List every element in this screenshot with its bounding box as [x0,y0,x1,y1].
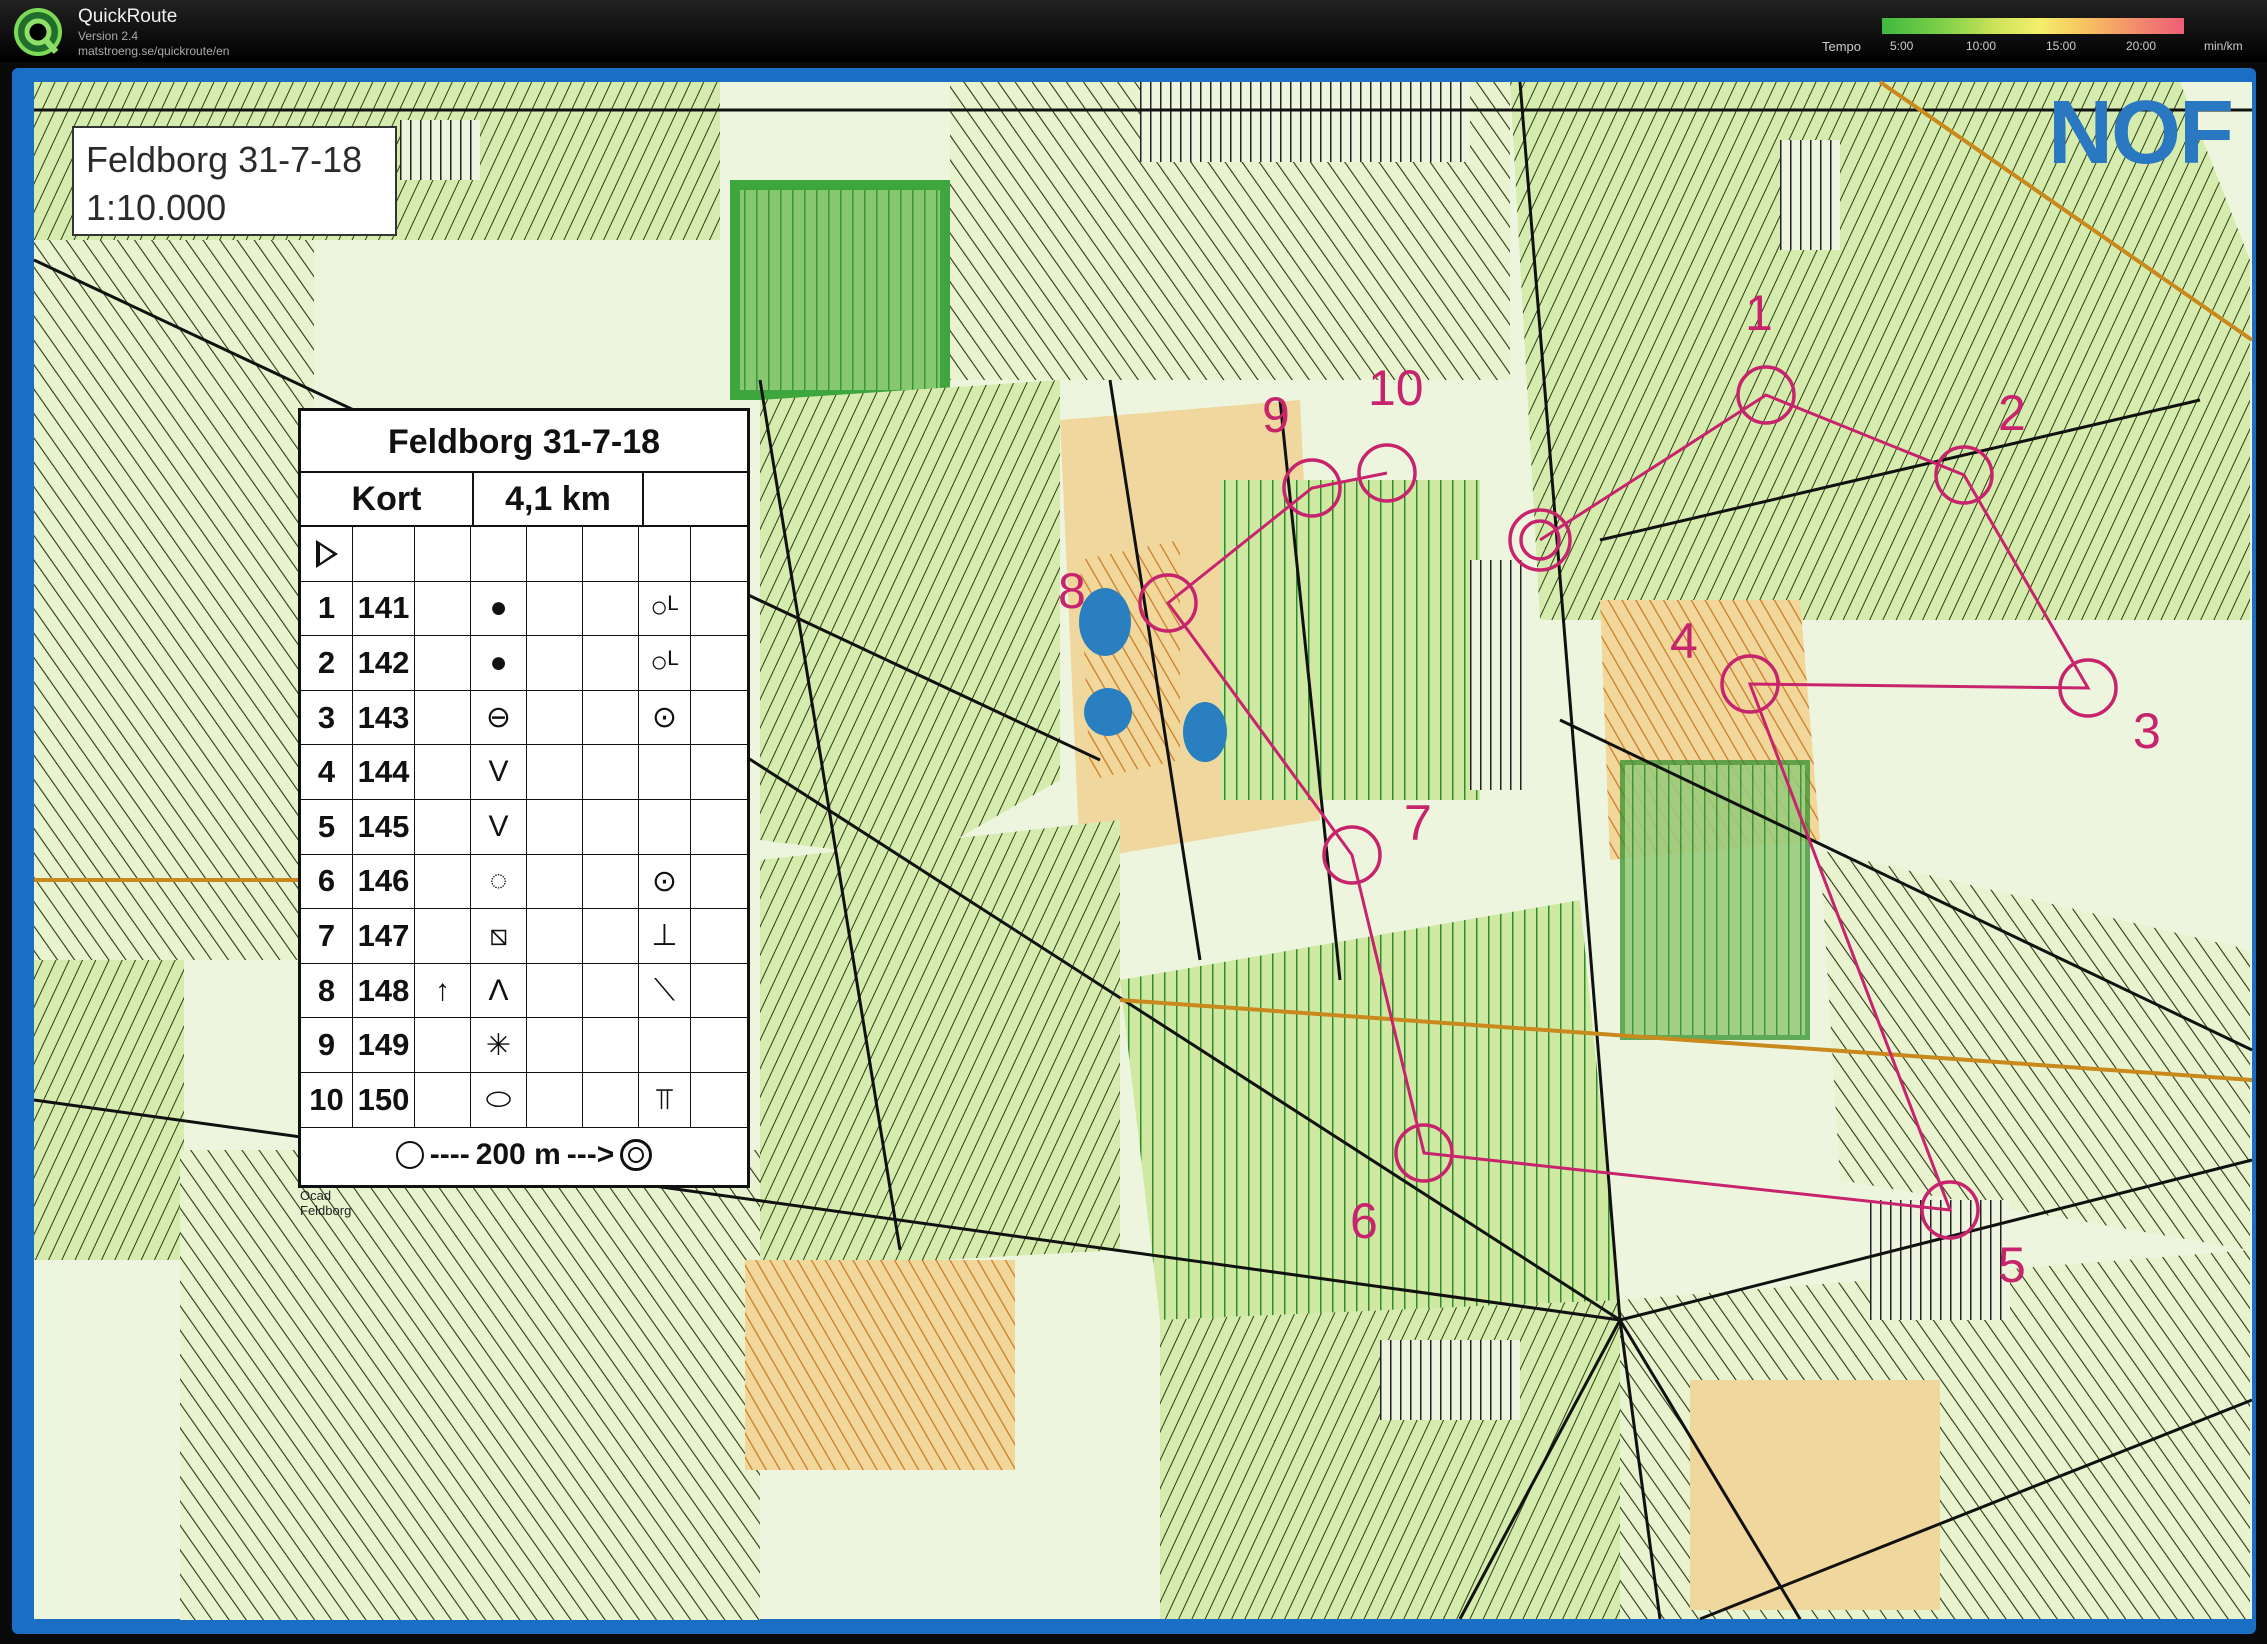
map-scale: 1:10.000 [86,187,227,228]
control-sym: ⧅ [471,909,527,963]
control-c4 [415,1072,471,1127]
control-sym2 [639,745,691,799]
control-row: 3 143 ⊖ ⊙ [301,690,747,746]
start-triangle-icon [315,539,338,568]
control-c4 [415,1018,471,1072]
control-n: 6 [301,854,353,909]
control-sym2: ○ᴸ [639,581,691,636]
control-n: 3 [301,690,353,745]
control-code: 147 [353,909,415,963]
control-n: 2 [301,636,353,690]
control-c4 [415,909,471,963]
control-code: 146 [353,854,415,909]
control-c4: ↑ [415,963,471,1018]
control-number: 4 [1670,613,1698,669]
map-credit: Ocad [300,1188,331,1203]
control-sym: V [471,745,527,799]
control-number: 5 [1998,1237,2026,1293]
control-description-sheet: Feldborg 31-7-18 Kort 4,1 km 1 141 ● ○ᴸ 2 142… [298,408,750,1188]
control-code: 150 [353,1072,415,1127]
control-c4 [415,636,471,690]
control-n: 4 [301,745,353,799]
finish-icon [620,1139,653,1172]
control-row: 4 144 V [301,745,747,800]
control-number: 10 [1368,360,1424,416]
control-number: 7 [1404,795,1432,851]
control-number: 2 [1998,385,2026,441]
control-sym: ⬭ [471,1072,527,1127]
control-row: 8 148 ↑ Λ ⟍ [301,963,747,1019]
control-number: 6 [1350,1193,1378,1249]
control-code: 145 [353,799,415,854]
control-number: 3 [2133,703,2161,759]
control-sym2: ⊙ [639,854,691,909]
control-c4 [415,799,471,854]
description-header: Feldborg 31-7-18 [301,411,747,473]
control-sym2: ⊙ [639,690,691,745]
control-sym: ◌ [471,854,527,909]
control-sym2: ○ᴸ [639,636,691,690]
control-n: 7 [301,909,353,963]
map-corner-text: NOF [2048,83,2234,183]
control-number: 1 [1745,285,1773,341]
control-c4 [415,745,471,799]
control-sym: ✳ [471,1018,527,1072]
map-title: Feldborg 31-7-18 [86,139,363,180]
control-code: 149 [353,1018,415,1072]
control-code: 144 [353,745,415,799]
map-title-box: Feldborg 31-7-18 1:10.000 [72,126,397,236]
control-sym2 [639,799,691,854]
control-row: 1 141 ● ○ᴸ [301,581,747,637]
control-c4 [415,581,471,636]
finish-distance: 200 m [475,1138,561,1172]
control-sym2 [639,1018,691,1072]
control-row: 6 146 ◌ ⊙ [301,854,747,910]
control-n: 9 [301,1018,353,1072]
control-sym: Λ [471,963,527,1018]
control-row: 9 149 ✳ [301,1018,747,1073]
control-n: 10 [301,1072,353,1127]
control-sym: ● [471,636,527,690]
control-sym: ● [471,581,527,636]
control-sym: V [471,799,527,854]
control-n: 1 [301,581,353,636]
control-code: 141 [353,581,415,636]
course-class: Kort [301,473,474,525]
description-class-row: Kort 4,1 km [301,473,747,527]
control-sym: ⊖ [471,690,527,745]
control-row: 10 150 ⬭ ⫪ [301,1072,747,1128]
last-control-icon [395,1141,424,1170]
control-c4 [415,854,471,909]
control-n: 5 [301,799,353,854]
map-credit: Feldborg [300,1203,351,1218]
control-code: 148 [353,963,415,1018]
control-row: 5 145 V [301,799,747,855]
control-sym2: ⊥ [639,909,691,963]
control-code: 143 [353,690,415,745]
control-number: 9 [1262,387,1290,443]
finish-row: ---- 200 m ---> [301,1128,747,1183]
start-row [301,527,747,582]
course-length: 4,1 km [474,473,644,525]
control-row: 7 147 ⧅ ⊥ [301,909,747,964]
control-number: 8 [1058,563,1086,619]
control-c4 [415,690,471,745]
control-code: 142 [353,636,415,690]
control-sym2: ⟍ [639,963,691,1018]
control-sym2: ⫪ [639,1072,691,1127]
control-row: 2 142 ● ○ᴸ [301,636,747,691]
control-n: 8 [301,963,353,1018]
